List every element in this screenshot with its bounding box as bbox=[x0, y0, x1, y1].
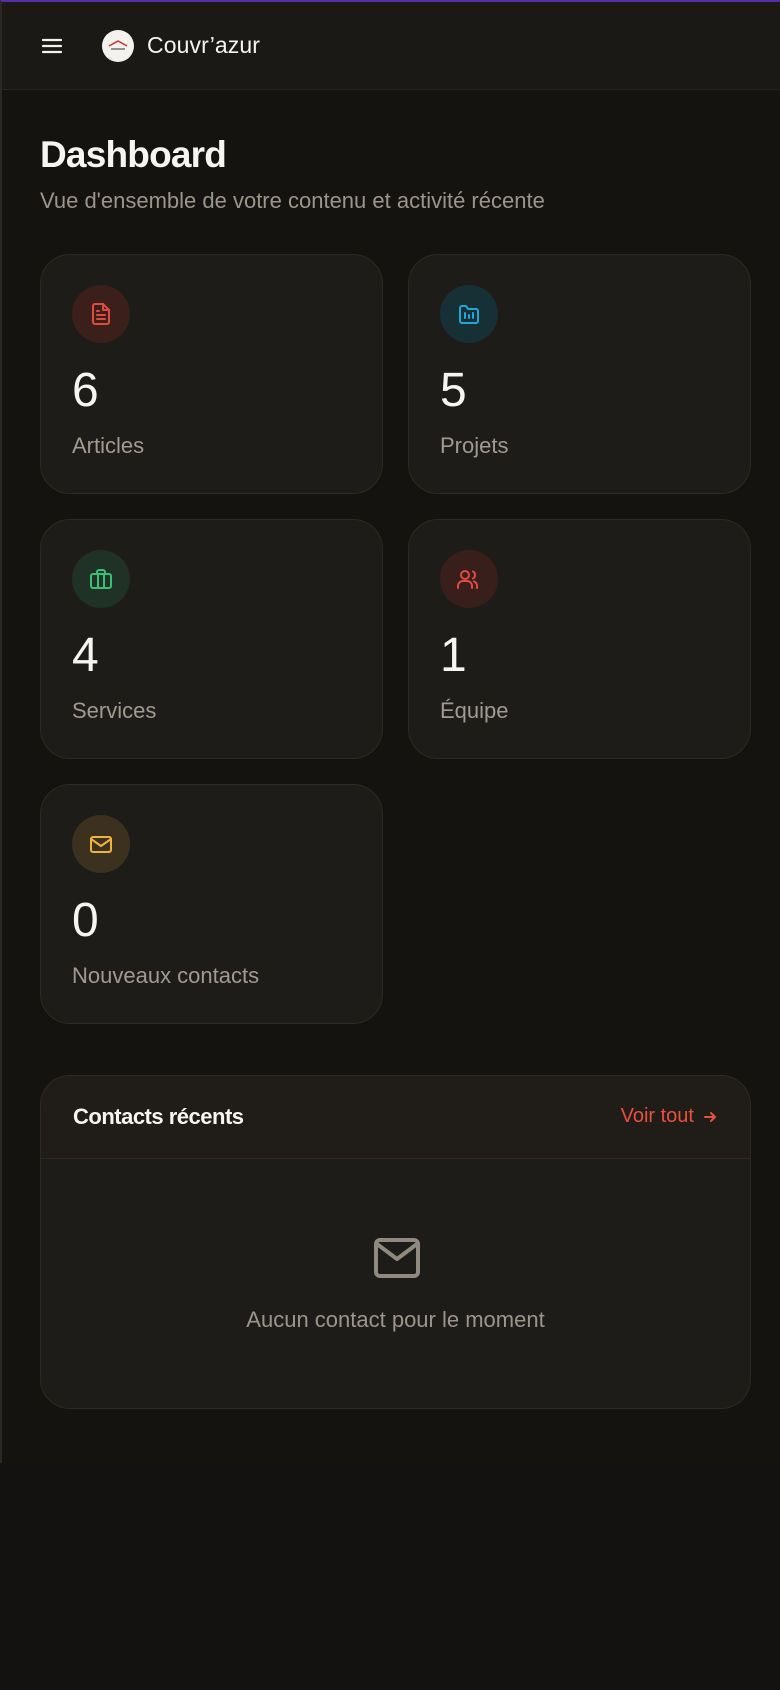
folder-icon bbox=[459, 305, 479, 324]
stat-card-new-contacts[interactable]: 0 Nouveaux contacts bbox=[40, 784, 383, 1024]
stat-icon-wrap bbox=[72, 285, 130, 343]
app-shell: Couvr’azur Dashboard Vue d'ensemble de v… bbox=[0, 0, 780, 1463]
stat-icon-wrap bbox=[72, 550, 130, 608]
stat-card-team[interactable]: 1 Équipe bbox=[408, 519, 751, 759]
envelope-icon bbox=[374, 1238, 420, 1278]
stat-label: Articles bbox=[72, 433, 145, 458]
stat-label: Projets bbox=[440, 433, 509, 458]
stat-card-projects[interactable]: 5 Projets bbox=[408, 254, 751, 494]
stat-label: Nouveaux contacts bbox=[72, 963, 260, 988]
stat-icon-wrap bbox=[440, 285, 498, 343]
brand-logo[interactable] bbox=[102, 30, 134, 62]
menu-button[interactable] bbox=[38, 32, 66, 60]
stat-icon-wrap bbox=[440, 550, 498, 608]
file-text-icon bbox=[92, 303, 110, 325]
empty-contacts-message: Aucun contact pour le moment bbox=[246, 1307, 545, 1332]
stat-card-services[interactable]: 4 Services bbox=[40, 519, 383, 759]
page-title: Dashboard bbox=[40, 134, 227, 175]
recent-contacts-panel: Contacts récents Voir tout Aucun contact… bbox=[40, 1075, 751, 1409]
users-icon bbox=[457, 570, 479, 589]
hamburger-menu-icon bbox=[41, 38, 63, 54]
mail-icon bbox=[90, 836, 112, 853]
see-all-label: Voir tout bbox=[620, 1105, 694, 1127]
top-bar: Couvr’azur bbox=[2, 2, 780, 90]
page-subtitle: Vue d'ensemble de votre contenu et activ… bbox=[40, 188, 545, 213]
stat-value: 4 bbox=[72, 629, 99, 682]
briefcase-icon bbox=[90, 569, 112, 589]
stat-card-articles[interactable]: 6 Articles bbox=[40, 254, 383, 494]
roof-logo-icon bbox=[108, 40, 128, 50]
brand-name[interactable]: Couvr’azur bbox=[147, 32, 260, 59]
stat-value: 5 bbox=[440, 364, 467, 417]
recent-contacts-title: Contacts récents bbox=[73, 1104, 244, 1129]
arrow-right-icon bbox=[704, 1111, 716, 1122]
stat-value: 0 bbox=[72, 894, 99, 947]
see-all-link[interactable]: Voir tout bbox=[621, 1105, 718, 1128]
stat-label: Services bbox=[72, 698, 157, 723]
stat-value: 6 bbox=[72, 364, 99, 417]
stat-icon-wrap bbox=[72, 815, 130, 873]
stat-label: Équipe bbox=[440, 698, 509, 723]
stat-value: 1 bbox=[440, 629, 467, 682]
recent-contacts-header: Contacts récents Voir tout bbox=[41, 1076, 750, 1159]
